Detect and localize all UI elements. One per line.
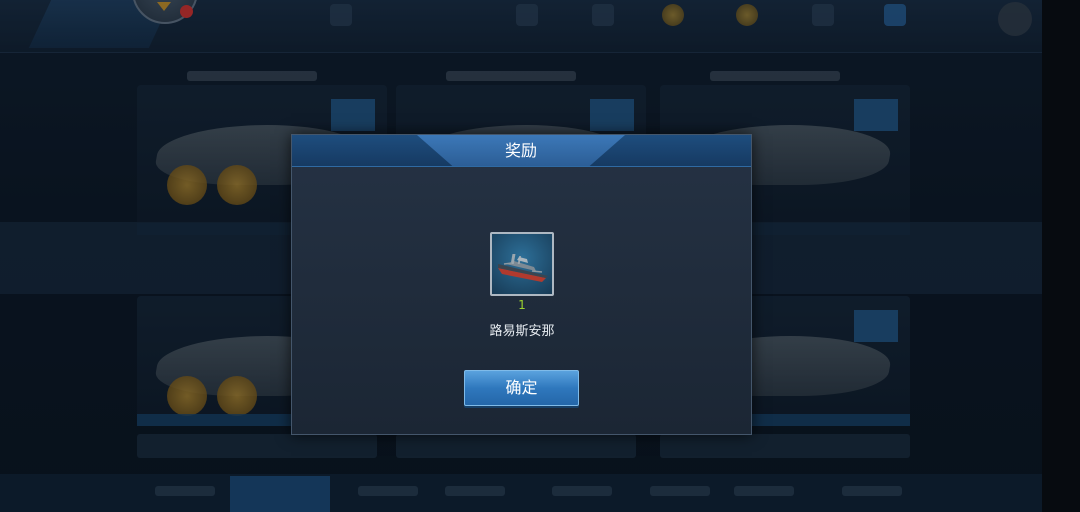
confirm-button[interactable]: 确定: [464, 370, 579, 406]
battleship-icon: [498, 254, 548, 282]
reward-item-count: 1: [518, 298, 526, 312]
reward-dialog: 奖励 1 路易斯安那 确定: [291, 134, 752, 435]
dialog-title: 奖励: [504, 141, 537, 160]
screen-edge: [1042, 0, 1080, 512]
reward-item-slot[interactable]: [490, 232, 554, 296]
reward-item-name: 路易斯安那: [489, 324, 555, 339]
